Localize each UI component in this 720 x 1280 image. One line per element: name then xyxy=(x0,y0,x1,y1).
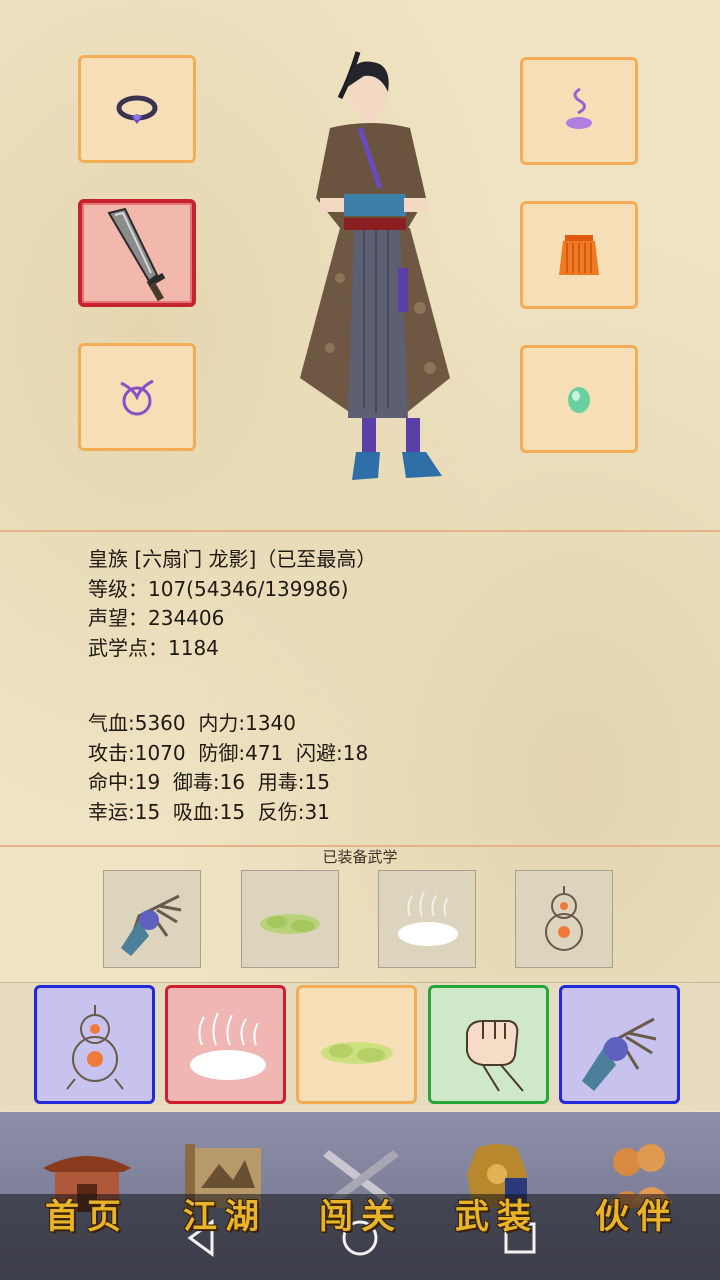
equipped-skill-slot-2[interactable] xyxy=(241,870,339,968)
nav-gear-label: 武装 xyxy=(455,1197,539,1237)
equip-slot-jade[interactable] xyxy=(520,345,638,453)
nav-jianghu-label: 江湖 xyxy=(183,1197,267,1237)
gourd-skill-icon xyxy=(65,1004,124,1090)
skill-bar-slot-4[interactable] xyxy=(428,985,549,1104)
equip-slot-weapon[interactable] xyxy=(78,199,196,307)
stats-line-1: 气血:5360 内力:1340 xyxy=(88,711,296,735)
character-reputation: 声望：234406 xyxy=(88,606,225,630)
palm-skill-icon xyxy=(121,894,182,956)
equipped-skill-slot-4[interactable] xyxy=(515,870,613,968)
section-divider xyxy=(0,530,720,532)
equip-slot-hairpin[interactable] xyxy=(520,57,638,165)
saber-icon xyxy=(107,207,166,302)
equipped-skill-slot-3[interactable] xyxy=(378,870,476,968)
fist-skill-icon xyxy=(465,1019,524,1092)
nav-partner-label: 伙伴 xyxy=(595,1197,679,1237)
hero-character-portrait xyxy=(300,51,450,480)
skill-bar-slot-1[interactable] xyxy=(34,985,155,1104)
skill-bar-slot-2[interactable] xyxy=(165,985,286,1104)
skill-bar-slot-3[interactable] xyxy=(296,985,417,1104)
character-identity: 皇族 [六扇门 龙影]（已至最高） xyxy=(88,547,377,571)
jade-icon xyxy=(568,387,590,413)
character-level: 等级：107(54346/139986) xyxy=(88,576,349,601)
skill-bar-slot-5[interactable] xyxy=(559,985,680,1104)
equipped-skill-slot-1[interactable] xyxy=(103,870,201,968)
gourd-skill-icon xyxy=(545,886,583,951)
stats-line-4: 幸运:15 吸血:15 反伤:31 xyxy=(88,799,330,824)
cord-icon xyxy=(120,379,154,416)
hairpin-icon xyxy=(566,87,592,129)
nav-stage-label: 闯关 xyxy=(319,1197,403,1237)
poison-mist-skill-icon xyxy=(260,914,320,934)
nav-home-label: 首页 xyxy=(45,1197,129,1237)
equip-slot-cord[interactable] xyxy=(78,343,196,451)
stats-line-3: 命中:19 御毒:16 用毒:15 xyxy=(88,770,330,794)
ring-icon xyxy=(116,95,158,124)
stats-line-2: 攻击:1070 防御:471 闪避:18 xyxy=(88,740,369,765)
qi-cloud-skill-icon xyxy=(189,1012,266,1080)
equip-slot-ring[interactable] xyxy=(78,55,196,163)
skirt-icon xyxy=(559,235,599,275)
equip-slot-skirt[interactable] xyxy=(520,201,638,309)
poison-mist-skill-icon xyxy=(320,1041,393,1064)
equipped-martial-title: 已装备武学 xyxy=(322,848,398,866)
palm-skill-icon xyxy=(581,1017,656,1091)
character-stats: 气血:5360 内力:1340 攻击:1070 防御:471 闪避:18 命中:… xyxy=(88,709,368,827)
qi-cloud-skill-icon xyxy=(398,891,458,946)
character-martial-points: 武学点：1184 xyxy=(88,635,219,660)
character-info: 皇族 [六扇门 龙影]（已至最高） 等级：107(54346/139986) 声… xyxy=(88,545,376,663)
